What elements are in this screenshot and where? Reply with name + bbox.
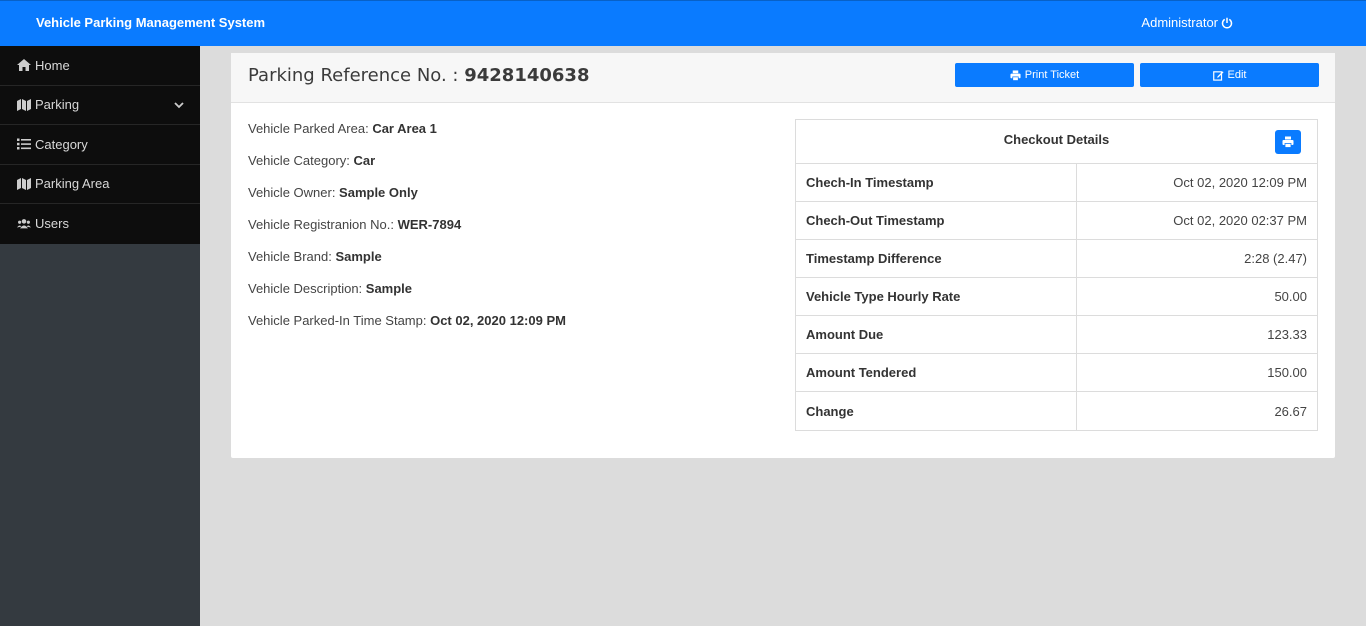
detail-value: Car [353,153,376,168]
detail-value: WER-7894 [397,217,462,232]
table-row: Chech-In Timestamp Oct 02, 2020 12:09 PM [796,164,1317,202]
reference-number: 9428140638 [464,65,590,86]
edit-icon [1212,70,1224,81]
row-value: 150.00 [1267,365,1307,380]
card-header: Parking Reference No. : 9428140638 Print… [231,53,1335,103]
detail-value: Sample Only [339,185,418,200]
sidebar-item-home[interactable]: Home [0,46,200,86]
sidebar-item-label: Parking Area [35,176,110,192]
row-value: 50.00 [1274,289,1307,304]
print-ticket-button[interactable]: Print Ticket [955,63,1134,87]
row-value: Oct 02, 2020 02:37 PM [1173,213,1307,228]
detail-label: Vehicle Description: [248,281,366,296]
vehicle-details: Vehicle Parked Area: Car Area 1 Vehicle … [248,121,566,345]
sidebar: Home Parking Category Parking Area Users [0,46,200,244]
sidebar-item-label: Parking [35,97,80,113]
map-icon [17,177,31,190]
detail-label: Vehicle Owner: [248,185,340,200]
sidebar-item-label: Home [35,57,70,73]
detail-registration: Vehicle Registranion No.: WER-7894 [248,217,566,249]
table-row: Amount Due 123.33 [796,316,1317,354]
detail-label: Vehicle Parked-In Time Stamp: [248,313,431,328]
checkout-print-button[interactable] [1275,130,1301,154]
user-name: Administrator [1141,15,1218,30]
row-label: Chech-In Timestamp [796,164,1077,201]
detail-description: Vehicle Description: Sample [248,281,566,313]
row-label: Vehicle Type Hourly Rate [796,278,1077,315]
table-row: Amount Tendered 150.00 [796,354,1317,392]
edit-button[interactable]: Edit [1140,63,1319,87]
users-icon [17,218,31,230]
detail-label: Vehicle Parked Area: [248,121,373,136]
detail-owner: Vehicle Owner: Sample Only [248,185,566,217]
sidebar-item-label: Category [35,136,88,152]
checkout-details-table: Checkout Details Chech-In Timestamp Oct 0… [795,119,1318,431]
table-row: Chech-Out Timestamp Oct 02, 2020 02:37 PM [796,202,1317,240]
row-label: Amount Tendered [796,354,1077,391]
title-prefix: Parking Reference No. : [248,65,465,86]
list-icon [17,138,31,150]
row-value: 2:28 (2.47) [1244,251,1307,266]
page-title: Parking Reference No. : 9428140638 [248,65,589,86]
sidebar-item-users[interactable]: Users [0,204,200,244]
row-label: Chech-Out Timestamp [796,202,1077,239]
detail-parked-in-timestamp: Vehicle Parked-In Time Stamp: Oct 02, 20… [248,313,566,345]
print-icon [1010,69,1021,81]
row-label: Amount Due [796,316,1077,353]
table-row: Change 26.67 [796,392,1317,430]
detail-label: Vehicle Brand: [248,249,336,264]
detail-category: Vehicle Category: Car [248,153,566,185]
checkout-title: Checkout Details [1003,132,1110,147]
detail-value: Sample [335,249,382,264]
chevron-down-icon[interactable] [174,100,184,110]
sidebar-item-label: Users [35,216,69,232]
app-brand[interactable]: Vehicle Parking Management System [36,15,265,30]
sidebar-filler [0,244,200,626]
power-icon[interactable] [1221,17,1233,29]
top-navbar: Vehicle Parking Management System Admini… [0,0,1366,46]
sidebar-item-parking-area[interactable]: Parking Area [0,165,200,204]
sidebar-item-category[interactable]: Category [0,125,200,165]
table-row: Vehicle Type Hourly Rate 50.00 [796,278,1317,316]
detail-value: Sample [365,281,413,296]
checkout-header: Checkout Details [796,120,1317,164]
row-label: Change [796,392,1077,430]
detail-brand: Vehicle Brand: Sample [248,249,566,281]
detail-parked-area: Vehicle Parked Area: Car Area 1 [248,121,566,153]
home-icon [17,59,31,72]
print-ticket-label: Print Ticket [1024,69,1080,81]
detail-label: Vehicle Category: [248,153,354,168]
parking-details-card: Parking Reference No. : 9428140638 Print… [231,53,1335,458]
sidebar-item-parking[interactable]: Parking [0,86,200,125]
edit-label: Edit [1227,69,1247,81]
map-icon [17,98,31,111]
detail-value: Car Area 1 [372,121,437,136]
row-value: 26.67 [1274,403,1307,419]
detail-label: Vehicle Registranion No.: [248,217,398,232]
detail-value: Oct 02, 2020 12:09 PM [430,313,566,328]
row-value: Oct 02, 2020 12:09 PM [1173,175,1307,190]
row-label: Timestamp Difference [796,240,1077,277]
table-row: Timestamp Difference 2:28 (2.47) [796,240,1317,278]
row-value: 123.33 [1267,327,1307,342]
print-icon [1282,136,1294,148]
user-menu[interactable]: Administrator [1141,15,1233,30]
